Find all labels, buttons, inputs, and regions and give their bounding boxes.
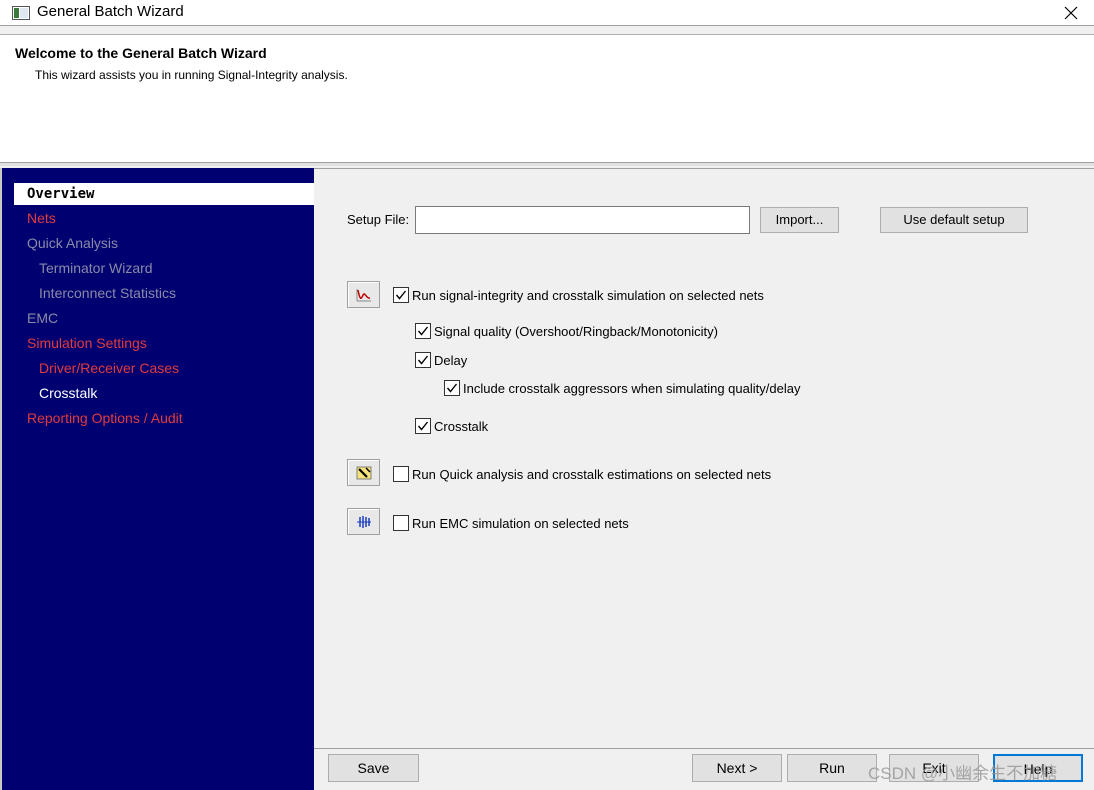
close-icon (1064, 6, 1078, 20)
emc-icon (357, 516, 371, 528)
watermark-text: CSDN @小幽余生不加糖 (868, 764, 1058, 783)
si-simulation-checkbox[interactable] (393, 287, 409, 303)
header-title: Welcome to the General Batch Wizard (15, 45, 267, 61)
checkmark-icon (417, 421, 429, 431)
delay-checkbox[interactable] (415, 352, 431, 368)
sidebar-item-crosstalk[interactable]: Crosstalk (39, 385, 97, 401)
emc-simulation-label: Run EMC simulation on selected nets (412, 516, 629, 531)
include-crosstalk-aggressors-checkbox[interactable] (444, 380, 460, 396)
main-panel (314, 168, 1094, 748)
sidebar-item-overview[interactable]: Overview (14, 183, 314, 205)
sidebar-item-simulation-settings[interactable]: Simulation Settings (27, 335, 147, 351)
run-button[interactable]: Run (787, 754, 877, 782)
import-button[interactable]: Import... (760, 207, 839, 233)
quick-analysis-checkbox[interactable] (393, 466, 409, 482)
emc-icon-button (347, 508, 380, 535)
emc-simulation-checkbox[interactable] (393, 515, 409, 531)
setup-file-input[interactable] (415, 206, 750, 234)
wizard-header: Welcome to the General Batch Wizard This… (0, 34, 1094, 162)
checkmark-icon (417, 355, 429, 365)
sidebar-item-emc: EMC (27, 310, 59, 326)
signal-quality-checkbox[interactable] (415, 323, 431, 339)
app-icon (12, 6, 30, 20)
quick-analysis-icon-button (347, 459, 380, 486)
wizard-sidebar: Overview Nets Quick Analysis Terminator … (0, 168, 314, 790)
title-bar: General Batch Wizard (0, 0, 1094, 26)
next-button[interactable]: Next > (692, 754, 782, 782)
quick-analysis-label: Run Quick analysis and crosstalk estimat… (412, 467, 772, 482)
setup-file-label: Setup File: (347, 212, 410, 227)
sidebar-item-nets[interactable]: Nets (27, 210, 56, 226)
use-default-setup-button[interactable]: Use default setup (880, 207, 1028, 233)
si-simulation-label: Run signal-integrity and crosstalk simul… (412, 288, 764, 303)
window-title: General Batch Wizard (37, 3, 184, 20)
signal-quality-label: Signal quality (Overshoot/Ringback/Monot… (434, 324, 718, 339)
sidebar-item-driver-receiver-cases[interactable]: Driver/Receiver Cases (39, 360, 179, 376)
checkmark-icon (395, 290, 407, 300)
include-crosstalk-aggressors-label: Include crosstalk aggressors when simula… (463, 381, 801, 396)
si-simulation-icon-button (347, 281, 380, 308)
header-subtitle: This wizard assists you in running Signa… (35, 68, 348, 82)
quick-analysis-icon (356, 466, 372, 480)
save-button[interactable]: Save (328, 754, 419, 782)
delay-label: Delay (434, 353, 468, 368)
sidebar-item-quick-analysis: Quick Analysis (27, 235, 119, 251)
crosstalk-label: Crosstalk (434, 419, 489, 434)
checkmark-icon (417, 326, 429, 336)
sidebar-item-reporting-options[interactable]: Reporting Options / Audit (27, 410, 183, 426)
sidebar-item-terminator-wizard: Terminator Wizard (39, 260, 153, 276)
checkmark-icon (446, 383, 458, 393)
sidebar-item-interconnect-statistics: Interconnect Statistics (39, 285, 176, 301)
waveform-icon (356, 289, 371, 302)
close-button[interactable] (1048, 0, 1094, 26)
crosstalk-checkbox[interactable] (415, 418, 431, 434)
header-divider (0, 162, 1094, 166)
